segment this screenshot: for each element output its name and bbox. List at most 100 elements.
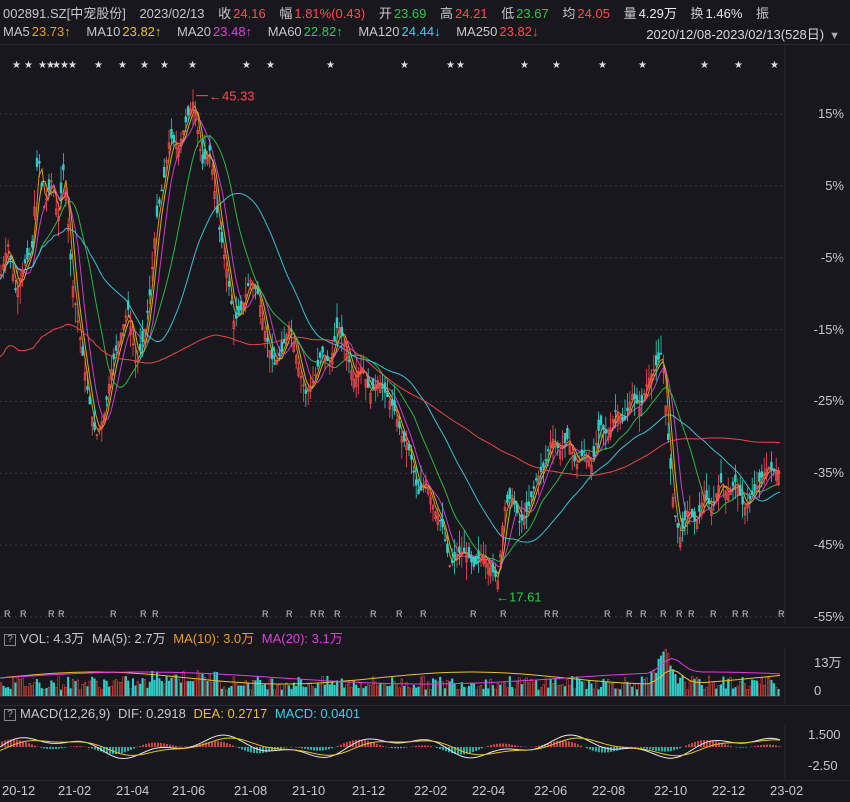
macd-toggle-icon[interactable]: ?: [4, 709, 16, 721]
volume-bar: [55, 687, 58, 697]
volume-bar: [117, 681, 120, 697]
price-chart[interactable]: ←45.33←17.61★ ★ ★ ★★ ★ ★ ★ ★ ★ ★ ★ ★ ★ ★ ★ ★ ★ ★ ★ ★ ★ ★ ★ ★R R R…: [0, 44, 850, 624]
candle-body: [35, 158, 39, 167]
r-marker-icon[interactable]: R: [334, 609, 341, 619]
star-marker-icon[interactable]: ★: [770, 60, 779, 71]
candle-body: [278, 352, 281, 357]
volume-bar: [479, 684, 483, 697]
star-marker-icon[interactable]: ★: [520, 60, 529, 71]
volume-bar: [734, 687, 737, 697]
volume-bar: [19, 679, 22, 697]
r-marker-icon[interactable]: R: [544, 609, 551, 619]
r-marker-icon[interactable]: R: [110, 609, 117, 619]
r-marker-icon[interactable]: R: [58, 609, 65, 619]
vol-toggle-icon[interactable]: ?: [4, 634, 16, 646]
macd-bar: [214, 741, 216, 747]
macd-bar: [376, 743, 378, 747]
price-axis-label: -45%: [813, 537, 844, 553]
vol-axis-top: 13万: [814, 655, 842, 670]
r-marker-icon[interactable]: R: [152, 609, 159, 619]
macd-bar: [760, 745, 762, 747]
volume-bar: [655, 672, 658, 697]
macd-bar: [121, 747, 123, 754]
volume-bar: [674, 674, 677, 697]
star-marker-icon[interactable]: ★: [700, 60, 709, 71]
star-marker-icon[interactable]: ★: [446, 60, 455, 71]
volume-bar: [31, 685, 34, 697]
date-range-selector[interactable]: 2020/12/08-2023/02/13(528日) ▼: [646, 24, 842, 43]
volume-chart[interactable]: [0, 648, 850, 703]
r-marker-icon[interactable]: R: [310, 609, 317, 619]
high-marker-label: ←45.33: [209, 89, 255, 104]
volume-bar: [50, 680, 53, 697]
macd-chart[interactable]: [0, 725, 850, 780]
star-marker-icon[interactable]: ★: [456, 60, 465, 71]
volume-bar: [249, 689, 252, 697]
volume-bar: [220, 688, 223, 697]
star-marker-icon[interactable]: ★: [24, 60, 33, 71]
r-marker-icon[interactable]: R: [688, 609, 695, 619]
volume-bar: [69, 688, 72, 697]
r-marker-icon[interactable]: R: [640, 609, 647, 619]
volume-bar: [767, 676, 771, 697]
volume-bar: [119, 682, 123, 697]
time-axis-label: 21-04: [116, 783, 150, 798]
r-marker-icon[interactable]: R: [286, 609, 293, 619]
r-marker-icon[interactable]: R: [732, 609, 739, 619]
star-marker-icon[interactable]: ★: [552, 60, 561, 71]
r-marker-icon[interactable]: R: [500, 609, 507, 619]
candle-body: [81, 346, 84, 356]
star-marker-icon[interactable]: ★: [638, 60, 647, 71]
r-marker-icon[interactable]: R: [396, 609, 403, 619]
macd-bar: [589, 747, 591, 750]
volume-bar: [731, 688, 735, 697]
candle-body: [438, 519, 442, 522]
r-marker-icon[interactable]: R: [20, 609, 27, 619]
volume-bar: [59, 689, 63, 697]
volume-bar: [405, 682, 408, 697]
volume-bar: [225, 689, 228, 697]
star-marker-icon[interactable]: ★: [160, 60, 169, 71]
star-marker-icon[interactable]: ★: [188, 60, 197, 71]
star-marker-icon[interactable]: ★: [266, 60, 275, 71]
star-marker-icon[interactable]: ★: [68, 60, 77, 71]
macd-bar: [19, 740, 21, 747]
r-marker-icon[interactable]: R: [778, 609, 785, 619]
r-marker-icon[interactable]: R: [470, 609, 477, 619]
macd-bar: [169, 744, 171, 747]
star-marker-icon[interactable]: ★: [140, 60, 149, 71]
star-marker-icon[interactable]: ★: [400, 60, 409, 71]
star-marker-icon[interactable]: ★: [94, 60, 103, 71]
r-marker-icon[interactable]: R: [370, 609, 377, 619]
r-marker-icon[interactable]: R: [604, 609, 611, 619]
r-marker-icon[interactable]: R: [4, 609, 11, 619]
stock-symbol[interactable]: 002891.SZ[中宠股份]: [3, 3, 126, 22]
star-marker-icon[interactable]: ★: [598, 60, 607, 71]
r-marker-icon[interactable]: R: [140, 609, 147, 619]
candle-body: [402, 431, 406, 442]
r-marker-icon[interactable]: R: [676, 609, 683, 619]
candle-body: [635, 394, 639, 404]
macd-bar: [427, 745, 429, 747]
star-marker-icon[interactable]: ★: [118, 60, 127, 71]
r-marker-icon[interactable]: R: [626, 609, 633, 619]
star-marker-icon[interactable]: ★: [326, 60, 335, 71]
r-marker-icon[interactable]: R: [262, 609, 269, 619]
macd-bar: [31, 744, 33, 747]
candle-body: [383, 382, 387, 393]
r-marker-icon[interactable]: R: [742, 609, 749, 619]
r-marker-icon[interactable]: R: [420, 609, 427, 619]
star-marker-icon[interactable]: ★: [734, 60, 743, 71]
macd-bar: [175, 745, 177, 747]
r-marker-icon[interactable]: R: [318, 609, 325, 619]
candle-body: [450, 559, 454, 564]
star-marker-icon[interactable]: ★: [12, 60, 21, 71]
volume-bar: [451, 678, 454, 697]
r-marker-icon[interactable]: R: [710, 609, 717, 619]
star-marker-icon[interactable]: ★: [242, 60, 251, 71]
r-marker-icon[interactable]: R: [660, 609, 667, 619]
r-marker-icon[interactable]: R: [48, 609, 55, 619]
volume-bar: [179, 682, 183, 697]
ma10-label: MA10: [86, 24, 121, 39]
r-marker-icon[interactable]: R: [552, 609, 559, 619]
